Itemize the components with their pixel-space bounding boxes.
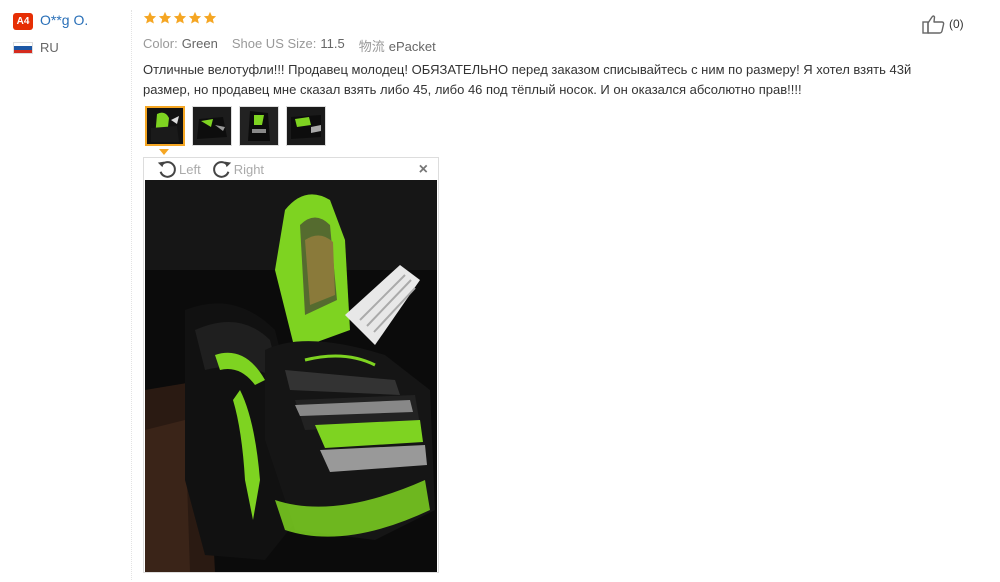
- russia-flag-icon: [13, 42, 33, 54]
- rotate-left-icon: [157, 161, 176, 178]
- attribute-size: Shoe US Size: 11.5: [231, 36, 345, 51]
- image-viewer: Left Right ×: [143, 157, 439, 573]
- rotate-left-button[interactable]: Left: [156, 158, 201, 180]
- reviewer-name[interactable]: O**g O.: [40, 12, 88, 28]
- close-icon[interactable]: ×: [419, 161, 428, 179]
- star-icon: [173, 11, 187, 24]
- review-thumbnail[interactable]: [286, 106, 326, 146]
- rotate-right-icon: [212, 161, 231, 178]
- star-icon: [203, 11, 217, 24]
- reviewer-badge: A4: [13, 13, 33, 30]
- helpful-count: (0): [949, 17, 964, 31]
- attribute-color: Color: Green: [143, 36, 218, 51]
- reviewer-country: RU: [40, 40, 59, 55]
- star-icon: [188, 11, 202, 24]
- review-thumbnail[interactable]: [239, 106, 279, 146]
- column-divider: [131, 10, 132, 580]
- rotate-right-label: Right: [233, 161, 265, 177]
- rotate-left-label: Left: [179, 161, 201, 177]
- star-rating: [143, 11, 217, 25]
- review-text: Отличные велотуфли!!! Продавец молодец! …: [143, 62, 912, 97]
- active-thumbnail-indicator: [159, 149, 169, 155]
- review-thumbnail[interactable]: [145, 106, 185, 146]
- cycling-shoes-image: [145, 180, 437, 572]
- review-photo: [145, 180, 437, 572]
- review-thumbnails: [145, 106, 326, 146]
- helpful-button[interactable]: (0): [922, 14, 964, 34]
- thumbs-up-icon: [922, 15, 945, 34]
- star-icon: [158, 11, 172, 24]
- viewer-toolbar: Left Right ×: [144, 158, 438, 180]
- product-attributes: Color: Green Shoe US Size: 11.5 物流 ePacket: [143, 36, 436, 55]
- review-thumbnail[interactable]: [192, 106, 232, 146]
- rotate-right-button[interactable]: Right: [211, 158, 264, 180]
- star-icon: [143, 11, 157, 24]
- attribute-shipping: 物流 ePacket: [358, 39, 436, 54]
